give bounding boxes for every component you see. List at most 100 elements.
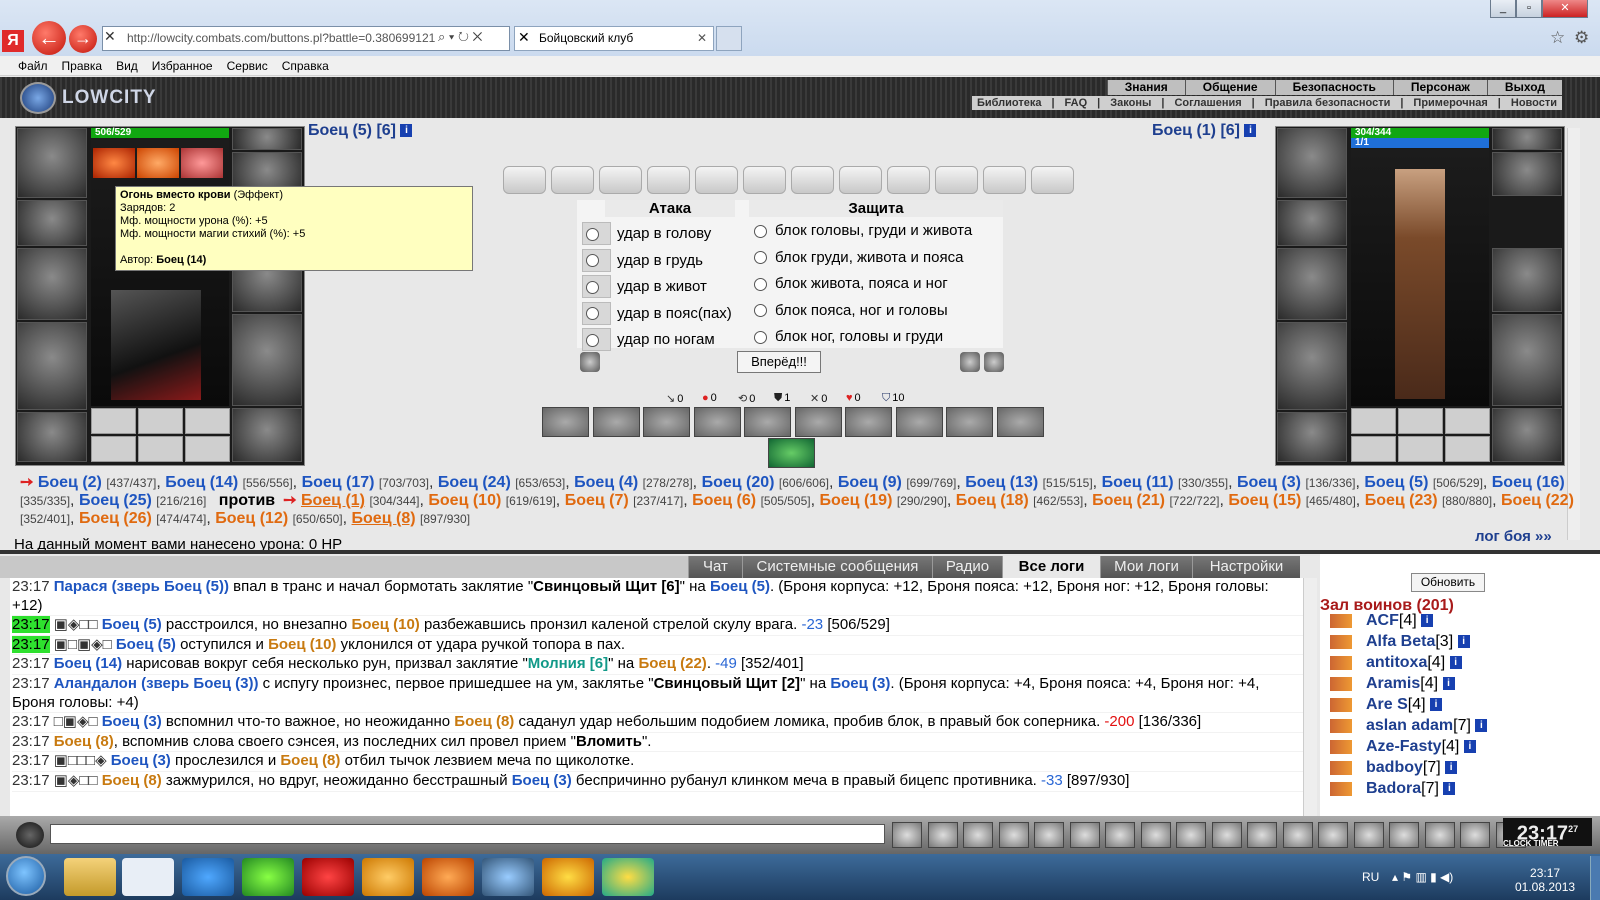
toolbar-button[interactable]	[1140, 822, 1171, 848]
effect-icon[interactable]	[137, 148, 179, 178]
menu-tools[interactable]: Сервис	[220, 56, 275, 76]
blue-fighter-name[interactable]: Боец (5)	[112, 636, 176, 653]
defense-radio[interactable]	[754, 330, 767, 344]
start-button[interactable]	[6, 856, 46, 896]
info-icon[interactable]: i	[1449, 656, 1462, 670]
empty-ring-slot[interactable]	[1445, 408, 1490, 434]
left-team-fighter[interactable]: Боец (17)	[302, 474, 375, 491]
attack-option[interactable]: удар в грудь	[582, 248, 703, 272]
skill-button[interactable]	[768, 438, 815, 468]
warrior-entry[interactable]: ACF[4] i	[1330, 612, 1434, 630]
defense-option[interactable]: блок пояса, ног и головы	[754, 302, 948, 319]
sub-menu-library[interactable]: Библиотека	[972, 96, 1047, 110]
blue-fighter-name[interactable]: Боец (5)	[98, 616, 162, 633]
info-icon[interactable]: i	[400, 124, 413, 138]
warrior-name[interactable]: Are S	[1366, 696, 1408, 713]
orange-fighter-name[interactable]: Боец (10)	[351, 616, 419, 633]
earrings-slot[interactable]	[232, 128, 302, 150]
back-button[interactable]: ←	[32, 21, 66, 55]
tab-all-logs[interactable]: Все логи	[1002, 556, 1100, 578]
orange-fighter-name[interactable]: Боец (10)	[268, 636, 336, 653]
maximize-button[interactable]: ▫	[1516, 0, 1542, 18]
toolbar-button[interactable]	[1176, 822, 1206, 848]
warrior-name[interactable]: aslan adam	[1366, 717, 1453, 734]
left-team-fighter[interactable]: Боец (14)	[165, 474, 238, 491]
right-team-fighter[interactable]: Боец (1)	[301, 492, 365, 509]
skill-button[interactable]	[794, 407, 842, 437]
blue-fighter-name[interactable]: Аландалон (зверь Боец (3))	[54, 675, 259, 692]
skill-button[interactable]	[592, 407, 640, 437]
toolbar-button[interactable]	[1034, 822, 1064, 848]
empty-slot[interactable]	[1351, 436, 1396, 462]
bracers-slot[interactable]	[1277, 200, 1347, 246]
toolbar-button[interactable]	[1282, 822, 1313, 848]
scroll-slot[interactable]	[1031, 166, 1074, 194]
forward-attack-button[interactable]: Вперёд!!!	[737, 351, 821, 373]
toolbar-button[interactable]	[1424, 822, 1455, 848]
skill-button[interactable]	[946, 407, 993, 437]
info-icon[interactable]: i	[1421, 614, 1434, 628]
right-team-fighter[interactable]: Боец (15)	[1228, 492, 1301, 509]
game-launcher-icon[interactable]	[602, 858, 654, 896]
menu-favorites[interactable]: Избранное	[145, 56, 220, 76]
chat-input[interactable]	[50, 824, 885, 844]
sub-menu-news[interactable]: Новости	[1506, 96, 1562, 110]
media-player-icon[interactable]	[362, 858, 414, 896]
warrior-entry[interactable]: aslan adam[7] i	[1330, 717, 1488, 735]
legs-slot[interactable]	[232, 314, 302, 406]
left-team-fighter[interactable]: Боец (16)	[1492, 474, 1565, 491]
info-icon[interactable]: i	[1244, 124, 1257, 138]
tab-my-logs[interactable]: Мои логи	[1100, 556, 1192, 578]
sub-menu-laws[interactable]: Законы	[1105, 96, 1156, 110]
auto-combat-icon[interactable]	[984, 352, 1004, 372]
empty-slot[interactable]	[1445, 436, 1490, 462]
top-menu-security[interactable]: Безопасность	[1274, 80, 1393, 95]
scroll-slot[interactable]	[983, 166, 1026, 194]
skill-button[interactable]	[895, 407, 943, 437]
scroll-slot[interactable]	[647, 166, 690, 194]
sub-menu-agreements[interactable]: Соглашения	[1169, 96, 1246, 110]
info-icon[interactable]: i	[1443, 782, 1456, 796]
skill-button[interactable]	[693, 407, 741, 437]
scroll-slot[interactable]	[695, 166, 738, 194]
attack-option[interactable]: удар по ногам	[582, 328, 715, 351]
orange-fighter-name[interactable]: Боец (8)	[54, 733, 114, 750]
weapon-slot[interactable]	[1492, 248, 1562, 312]
defense-option[interactable]: блок ног, головы и груди	[754, 328, 943, 345]
empty-ring-slot[interactable]	[1351, 408, 1396, 434]
info-icon[interactable]: i	[1445, 761, 1458, 775]
info-icon[interactable]: i	[1430, 698, 1443, 712]
left-team-fighter[interactable]: Боец (5)	[1364, 474, 1428, 491]
right-team-fighter[interactable]: Боец (19)	[820, 492, 893, 509]
tab-settings[interactable]: Настройки	[1192, 556, 1300, 578]
audio-icon[interactable]	[482, 858, 534, 896]
yandex-logo-icon[interactable]: Я	[2, 30, 24, 52]
refresh-icon[interactable]	[960, 352, 980, 372]
scroll-slot[interactable]	[599, 166, 642, 194]
warrior-entry[interactable]: Badora[7] i	[1330, 780, 1456, 798]
internet-explorer-icon[interactable]	[182, 858, 234, 896]
belt-slot[interactable]	[1277, 412, 1347, 462]
yandex-browser-icon[interactable]	[122, 858, 174, 896]
left-team-fighter[interactable]: Боец (25)	[79, 492, 152, 509]
show-desktop-button[interactable]	[1590, 856, 1600, 900]
warrior-entry[interactable]: antitoxa[4] i	[1330, 654, 1462, 672]
right-team-fighter[interactable]: Боец (12)	[215, 510, 288, 527]
toolbar-button[interactable]	[1353, 822, 1384, 848]
attack-radio[interactable]	[586, 333, 599, 347]
blue-fighter-name[interactable]: Парася (зверь Боец (5))	[54, 578, 229, 595]
warrior-name[interactable]: Alfa Beta	[1366, 633, 1435, 650]
orange-fighter-name[interactable]: Боец (8)	[98, 772, 162, 789]
orange-fighter-name[interactable]: Боец (8)	[280, 752, 340, 769]
scroll-slot[interactable]	[935, 166, 978, 194]
defense-option[interactable]: блок головы, груди и живота	[754, 222, 972, 239]
warrior-name[interactable]: ACF	[1366, 612, 1399, 629]
favorites-star-icon[interactable]: ☆	[1550, 28, 1565, 48]
mail-agent-icon[interactable]	[542, 858, 594, 896]
empty-slot[interactable]	[185, 436, 230, 462]
sub-menu-fitting-room[interactable]: Примерочная	[1408, 96, 1492, 110]
warrior-name[interactable]: badboy	[1366, 759, 1423, 776]
toolbar-button[interactable]	[892, 822, 922, 848]
bracers-slot[interactable]	[17, 200, 87, 246]
skill-button[interactable]	[845, 407, 892, 437]
